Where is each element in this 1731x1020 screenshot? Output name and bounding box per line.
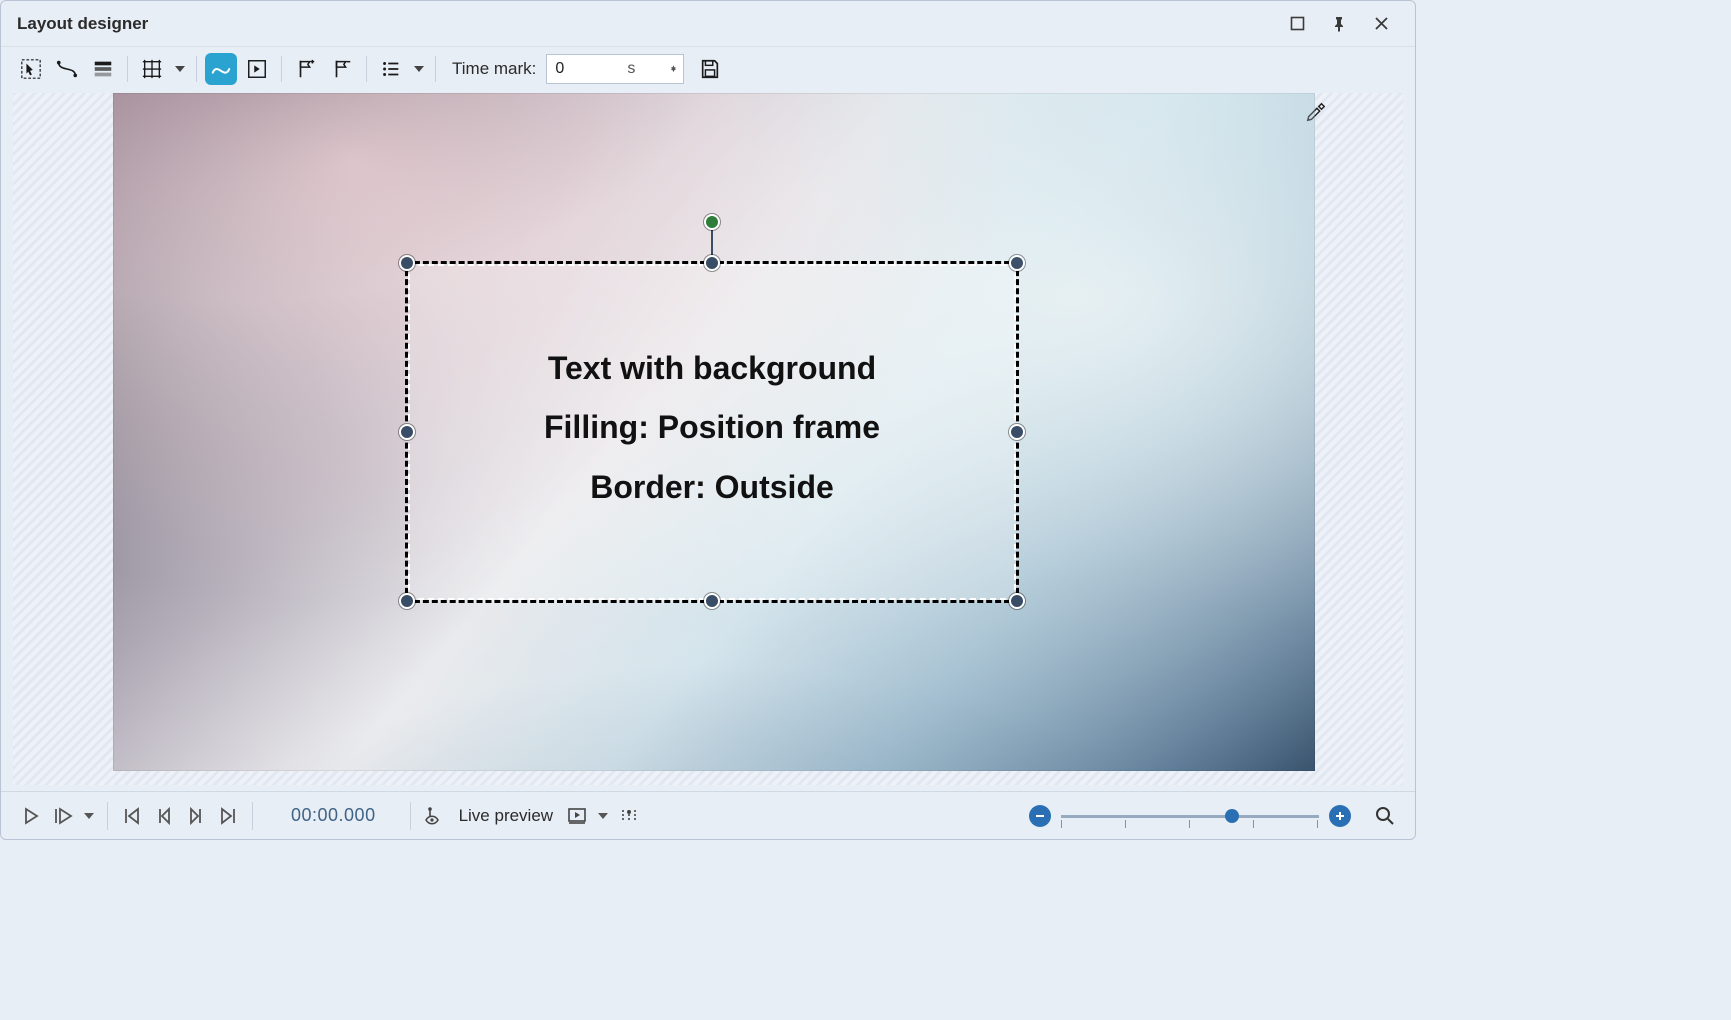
preview-window-icon (567, 807, 587, 825)
skip-start-icon (123, 807, 141, 825)
play-from-button[interactable] (49, 800, 77, 832)
settings-strip-button[interactable] (615, 800, 643, 832)
play-dropdown[interactable] (81, 800, 97, 832)
selected-text-frame[interactable]: Text with background Filling: Position f… (405, 261, 1019, 603)
preview-window-button[interactable] (563, 800, 591, 832)
play-from-icon (53, 807, 73, 825)
camera-frame-icon (246, 58, 268, 80)
zoom-in-button[interactable] (1329, 805, 1351, 827)
zoom-control (1029, 800, 1399, 832)
list-dropdown[interactable] (411, 53, 427, 85)
live-preview-label: Live preview (459, 806, 554, 826)
plus-icon (1334, 810, 1346, 822)
bottom-toolbar: 00:00.000 Live preview (1, 791, 1415, 839)
close-button[interactable] (1363, 6, 1399, 42)
zoom-thumb[interactable] (1225, 809, 1239, 823)
layers-icon (92, 58, 114, 80)
flag-plus-icon (295, 58, 317, 80)
maximize-button[interactable] (1279, 6, 1315, 42)
resize-handle-tc[interactable] (704, 255, 720, 271)
resize-handle-ml[interactable] (399, 424, 415, 440)
sliders-icon (620, 807, 638, 825)
play-icon (22, 807, 40, 825)
grid-dropdown[interactable] (172, 53, 188, 85)
resize-handle-tl[interactable] (399, 255, 415, 271)
time-mark-step-down[interactable]: ▼ (667, 69, 679, 71)
chevron-down-icon (84, 813, 94, 819)
next-icon (187, 807, 205, 825)
next-frame-button[interactable] (182, 800, 210, 832)
window-title: Layout designer (17, 14, 148, 34)
chevron-down-icon (414, 66, 424, 72)
time-mark-label: Time mark: (452, 59, 536, 79)
camera-frame-button[interactable] (241, 53, 273, 85)
chevron-down-icon (175, 66, 185, 72)
rotation-handle[interactable] (704, 214, 720, 230)
remove-keyframe-button[interactable] (326, 53, 358, 85)
add-keyframe-button[interactable] (290, 53, 322, 85)
resize-handle-tr[interactable] (1009, 255, 1025, 271)
top-toolbar: Time mark: s ▲ ▼ (1, 47, 1415, 91)
time-mark-unit: s (627, 60, 635, 78)
chevron-down-icon (598, 813, 608, 819)
prev-frame-button[interactable] (150, 800, 178, 832)
time-mark-input[interactable] (555, 60, 627, 78)
list-icon (380, 58, 402, 80)
timecode: 00:00.000 (291, 805, 376, 826)
magnifier-icon (1375, 806, 1395, 826)
motion-path-button[interactable] (205, 53, 237, 85)
text-content[interactable]: Text with background Filling: Position f… (408, 264, 1016, 600)
layers-button[interactable] (87, 53, 119, 85)
grid-button[interactable] (136, 53, 168, 85)
resize-handle-bl[interactable] (399, 593, 415, 609)
text-line-3: Border: Outside (544, 458, 880, 517)
save-icon (699, 58, 721, 80)
path-tool-button[interactable] (51, 53, 83, 85)
zoom-out-button[interactable] (1029, 805, 1051, 827)
grid-icon (141, 58, 163, 80)
goto-end-button[interactable] (214, 800, 242, 832)
minus-icon (1034, 810, 1046, 822)
pin-button[interactable] (1321, 6, 1357, 42)
canvas-area[interactable]: Text with background Filling: Position f… (13, 93, 1403, 785)
resize-handle-br[interactable] (1009, 593, 1025, 609)
titlebar: Layout designer (1, 1, 1415, 47)
preview-dropdown[interactable] (595, 800, 611, 832)
play-button[interactable] (17, 800, 45, 832)
maximize-icon (1290, 16, 1305, 31)
cursor-icon (20, 58, 42, 80)
text-line-2: Filling: Position frame (544, 398, 880, 457)
eyedropper-icon (1305, 101, 1327, 123)
list-button[interactable] (375, 53, 407, 85)
eye-marker-icon (424, 806, 446, 826)
save-button[interactable] (694, 53, 726, 85)
resize-handle-mr[interactable] (1009, 424, 1025, 440)
flag-minus-icon (331, 58, 353, 80)
text-line-1: Text with background (544, 339, 880, 398)
zoom-fit-button[interactable] (1371, 800, 1399, 832)
select-tool-button[interactable] (15, 53, 47, 85)
live-preview-toggle[interactable] (421, 800, 449, 832)
resize-handle-bc[interactable] (704, 593, 720, 609)
goto-start-button[interactable] (118, 800, 146, 832)
time-mark-field[interactable]: s ▲ ▼ (546, 54, 684, 84)
stage[interactable]: Text with background Filling: Position f… (113, 93, 1315, 771)
prev-icon (155, 807, 173, 825)
curve-down-icon (56, 58, 78, 80)
motion-path-icon (210, 58, 232, 80)
close-icon (1374, 16, 1389, 31)
skip-end-icon (219, 807, 237, 825)
pin-icon (1331, 16, 1347, 32)
zoom-slider[interactable] (1061, 806, 1319, 826)
eyedropper-button[interactable] (1305, 101, 1327, 123)
